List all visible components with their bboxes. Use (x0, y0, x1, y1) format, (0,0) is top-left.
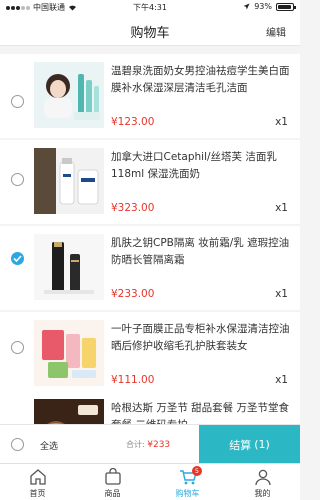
total: 合计: ¥233 (126, 439, 170, 450)
product-image[interactable] (34, 62, 104, 128)
cart-item[interactable]: 哈根达斯 万圣节 甜品套餐 万圣节堂食套餐 二维码专拍 (0, 391, 300, 426)
product-image[interactable] (34, 399, 104, 426)
item-quantity: x1 (275, 374, 288, 386)
item-price: ¥111.00 (111, 374, 155, 386)
tab-home[interactable]: 首页 (0, 464, 75, 500)
battery-fill (278, 4, 291, 9)
select-all-checkbox[interactable] (11, 438, 24, 451)
item-title[interactable]: 温碧泉洗面奶女男控油祛痘学生美白面膜补水保湿深层清洁毛孔洁面 (111, 63, 291, 99)
tab-bar: 首页 商品 5 购物车 我的 (0, 463, 300, 500)
item-quantity: x1 (275, 202, 288, 214)
total-value: ¥233 (147, 440, 171, 450)
item-checkbox[interactable] (11, 95, 24, 108)
cart-badge: 5 (192, 466, 202, 476)
item-title[interactable]: 加拿大进口Cetaphil/丝塔芙 洁面乳118ml 保湿洗面奶 (111, 149, 291, 185)
home-icon (30, 469, 46, 485)
tab-label: 我的 (254, 489, 271, 498)
page-title: 购物车 (130, 26, 170, 41)
bag-icon (105, 468, 121, 485)
cart-item[interactable]: 肌肤之钥CPB隔离 妆前霜/乳 遮瑕控油防晒长管隔离霜 ¥233.00 x1 (0, 226, 300, 310)
select-all-label[interactable]: 全选 (40, 439, 58, 452)
tab-products[interactable]: 商品 (75, 464, 150, 500)
tab-profile[interactable]: 我的 (225, 464, 300, 500)
battery-percent: 93% (254, 2, 272, 11)
status-bar: 中国联通 下午4:31 93% (0, 0, 300, 14)
item-quantity: x1 (275, 288, 288, 300)
user-icon (255, 469, 271, 486)
cart-item[interactable]: 加拿大进口Cetaphil/丝塔芙 洁面乳118ml 保湿洗面奶 ¥323.00… (0, 140, 300, 224)
item-checkbox[interactable] (11, 341, 24, 354)
tab-cart[interactable]: 5 购物车 (150, 464, 225, 500)
checkout-count: (1) (254, 438, 270, 451)
checkout-button[interactable]: 结算 (1) (199, 425, 300, 464)
cart-item[interactable]: 一叶子面膜正品专柜补水保湿清洁控油晒后修护收缩毛孔护肤套装女 ¥111.00 x… (0, 312, 300, 396)
item-title[interactable]: 一叶子面膜正品专柜补水保湿清洁控油晒后修护收缩毛孔护肤套装女 (111, 321, 291, 357)
item-checkbox[interactable] (11, 252, 24, 265)
edit-button[interactable]: 编辑 (266, 24, 286, 39)
product-image[interactable] (34, 234, 104, 300)
item-title[interactable]: 肌肤之钥CPB隔离 妆前霜/乳 遮瑕控油防晒长管隔离霜 (111, 235, 291, 271)
tab-label: 首页 (29, 489, 46, 498)
product-image[interactable] (34, 320, 104, 386)
check-icon (13, 255, 22, 262)
cart-list[interactable]: 温碧泉洗面奶女男控油祛痘学生美白面膜补水保湿深层清洁毛孔洁面 ¥123.00 x… (0, 46, 300, 426)
item-price: ¥123.00 (111, 116, 155, 128)
location-icon (243, 3, 250, 10)
product-image[interactable] (34, 148, 104, 214)
tab-label: 购物车 (175, 489, 200, 498)
tab-label: 商品 (104, 489, 121, 498)
cart-item[interactable]: 温碧泉洗面奶女男控油祛痘学生美白面膜补水保湿深层清洁毛孔洁面 ¥123.00 x… (0, 54, 300, 138)
status-right: 93% (243, 2, 296, 11)
checkout-bar: 全选 合计: ¥233 结算 (1) (0, 424, 300, 464)
checkout-label: 结算 (229, 438, 252, 452)
item-price: ¥323.00 (111, 202, 155, 214)
battery-icon (276, 2, 296, 11)
item-title[interactable]: 哈根达斯 万圣节 甜品套餐 万圣节堂食套餐 二维码专拍 (111, 400, 291, 426)
item-quantity: x1 (275, 116, 288, 128)
total-label: 合计: (126, 440, 145, 449)
item-checkbox[interactable] (11, 173, 24, 186)
item-price: ¥233.00 (111, 288, 155, 300)
nav-bar: 购物车 编辑 (0, 14, 300, 46)
